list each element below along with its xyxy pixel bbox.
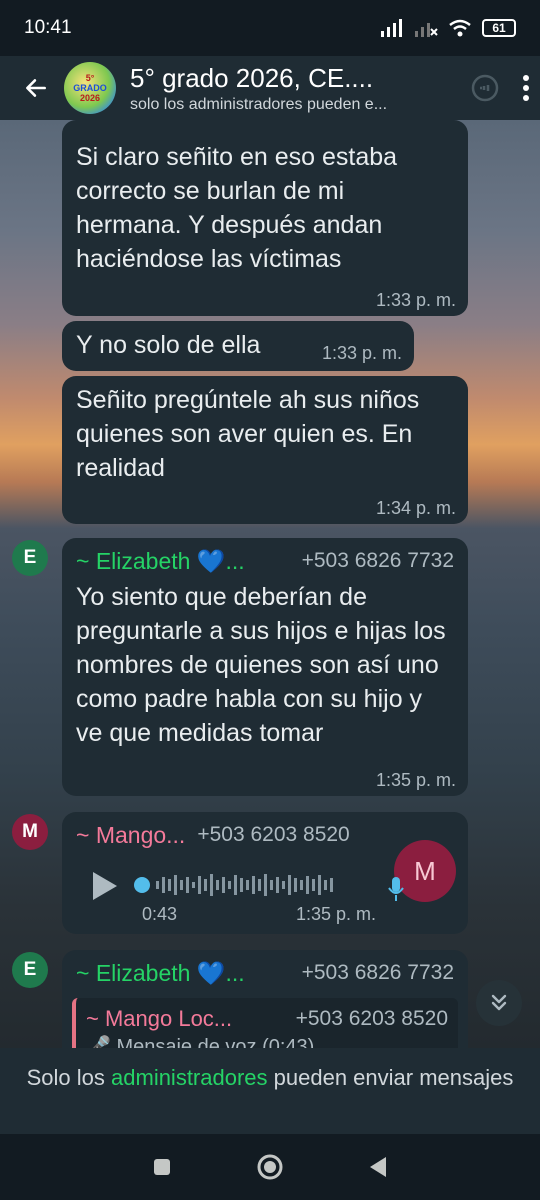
message-time: 1:35 p. m.: [375, 770, 456, 790]
arrow-left-icon: [26, 79, 46, 97]
message-time: 1:35 p. m.: [295, 904, 376, 924]
sender-avatar[interactable]: M: [12, 814, 48, 850]
message-bubble[interactable]: Señito pregúntele ah sus niños quienes s…: [62, 376, 468, 524]
message-time: 1:33 p. m.: [321, 343, 402, 363]
sender-avatar[interactable]: E: [12, 952, 48, 988]
admins-link[interactable]: administradores: [111, 1065, 268, 1090]
signal-icon: [381, 19, 402, 37]
quote-sender: ~ Mango Loc...: [86, 1006, 233, 1031]
chat-area[interactable]: Si claro señito en eso estaba correcto s…: [0, 120, 540, 1048]
message-bubble[interactable]: Si claro señito en eso estaba correcto s…: [62, 120, 468, 316]
quote-header: ~ Mango Loc... +503 6203 8520: [86, 1004, 448, 1034]
sender-phone: +503 6826 7732: [301, 549, 454, 572]
message-bubble[interactable]: Y no solo de ella 1:33 p. m.: [62, 321, 414, 371]
message-sender: ~ Elizabeth 💙... +503 6826 7732: [76, 546, 454, 576]
avatar-text-2: GRADO: [73, 83, 107, 93]
sender-phone: +503 6826 7732: [301, 961, 454, 984]
status-time: 10:41: [24, 17, 72, 38]
voice-avatar-letter: M: [414, 856, 436, 886]
group-subtitle: solo los administradores pueden e...: [130, 95, 388, 113]
message-sender: ~ Mango... +503 6203 8520: [76, 820, 454, 850]
waveform[interactable]: [132, 870, 372, 900]
sender-name[interactable]: ~ Mango...: [76, 820, 185, 850]
scroll-down-button[interactable]: [476, 980, 522, 1026]
status-icons: 61: [380, 19, 516, 37]
play-icon[interactable]: [90, 870, 120, 902]
message-bubble[interactable]: ~ Elizabeth 💙... +503 6826 7732 Yo sient…: [62, 538, 468, 796]
system-nav-bar: [0, 1134, 540, 1200]
wifi-icon: [449, 19, 471, 37]
mic-icon: [388, 877, 404, 901]
quoted-message[interactable]: ~ Mango Loc... +503 6203 8520 🎤 Mensaje …: [72, 998, 458, 1048]
message-text: Si claro señito en eso estaba correcto s…: [76, 143, 398, 273]
status-bar: 10:41 61: [0, 0, 540, 56]
group-info[interactable]: 5° grado 2026, CE.... solo los administr…: [130, 63, 470, 114]
message-bubble[interactable]: ~ Elizabeth 💙... +503 6826 7732 ~ Mango …: [62, 950, 468, 1048]
quote-phone: +503 6203 8520: [295, 1007, 448, 1030]
home-icon[interactable]: [255, 1152, 285, 1182]
message-time: 1:33 p. m.: [375, 290, 456, 310]
more-options-icon[interactable]: [522, 74, 530, 102]
sender-name[interactable]: ~ Elizabeth 💙...: [76, 546, 245, 576]
message-text: Señito pregúntele ah sus niños quienes s…: [76, 386, 420, 482]
message-sender: ~ Elizabeth 💙... +503 6826 7732: [76, 958, 454, 988]
battery-icon: 61: [482, 19, 516, 37]
call-icon[interactable]: [470, 73, 500, 103]
group-title: 5° grado 2026, CE....: [130, 62, 374, 93]
chat-header: 5° GRADO 2026 5° grado 2026, CE.... solo…: [0, 56, 540, 120]
sender-phone: +503 6203 8520: [197, 823, 350, 846]
signal-off-icon: [415, 23, 438, 37]
avatar-text-1: 5°: [85, 73, 95, 83]
sender-avatar[interactable]: E: [12, 540, 48, 576]
message-time: 1:34 p. m.: [375, 498, 456, 518]
sender-name[interactable]: ~ Elizabeth 💙...: [76, 958, 245, 988]
voice-duration: 0:43: [142, 904, 178, 924]
back-nav-icon[interactable]: [367, 1155, 389, 1179]
voice-message-bubble[interactable]: ~ Mango... +503 6203 8520 0:43 1:35 p. m…: [62, 812, 468, 934]
double-chevron-down-icon: [491, 994, 507, 1011]
notice-text-before: Solo los: [26, 1065, 112, 1090]
notice-text-after: pueden enviar mensajes: [267, 1065, 514, 1090]
group-avatar[interactable]: 5° GRADO 2026: [64, 62, 116, 114]
recents-icon[interactable]: [151, 1156, 173, 1178]
message-text: Yo siento que deberían de preguntarle a …: [76, 583, 446, 747]
avatar-text-3: 2026: [79, 93, 101, 103]
header-actions: [470, 73, 530, 103]
back-button[interactable]: [16, 68, 56, 108]
admin-only-notice: Solo los administradores pueden enviar m…: [0, 1048, 540, 1134]
quote-text: 🎤 Mensaje de voz (0:43): [86, 1036, 315, 1048]
